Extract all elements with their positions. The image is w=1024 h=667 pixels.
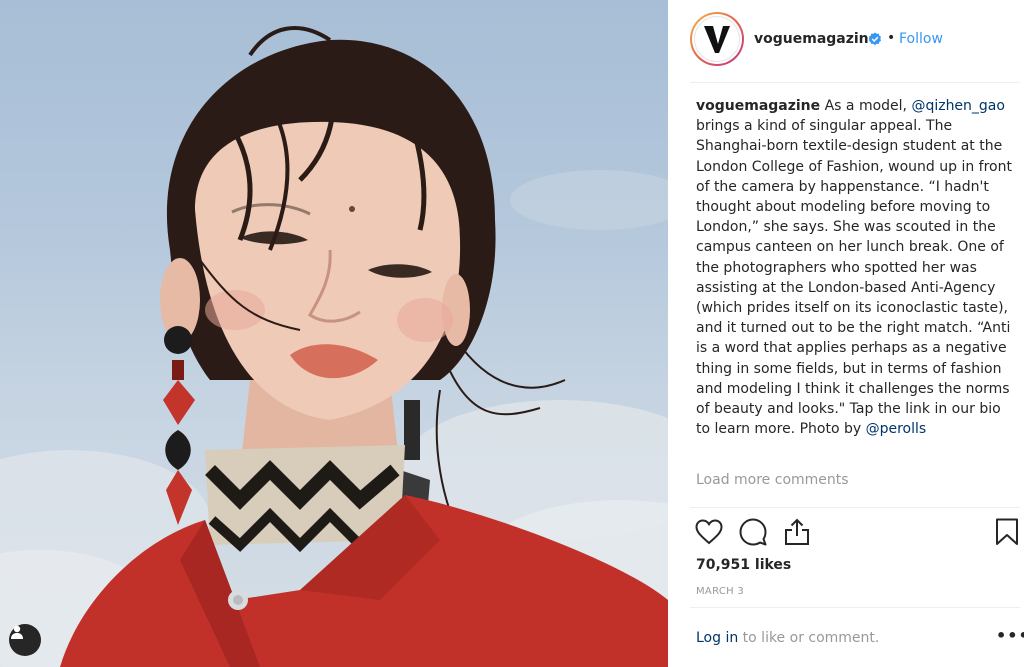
login-prompt-text: to like or comment. <box>738 630 880 646</box>
tagged-users-button[interactable] <box>9 624 41 656</box>
follow-button[interactable]: Follow <box>899 31 943 47</box>
profile-avatar[interactable] <box>690 12 744 66</box>
divider <box>690 82 1020 83</box>
caption-text-part2: brings a kind of singular appeal. The Sh… <box>696 118 1012 438</box>
post-photo[interactable] <box>0 0 668 667</box>
divider <box>690 607 1020 608</box>
share-button[interactable] <box>782 516 812 548</box>
caption-username-link[interactable]: voguemagazine <box>696 98 820 114</box>
heart-icon <box>695 519 723 545</box>
load-more-comments-button[interactable]: Load more comments <box>696 472 849 488</box>
like-button[interactable] <box>694 516 724 548</box>
verified-badge-icon <box>869 32 881 46</box>
mention-link-qizhen-gao[interactable]: @qizhen_gao <box>911 98 1005 114</box>
user-icon <box>11 625 23 639</box>
save-button[interactable] <box>992 516 1022 548</box>
separator-dot: • <box>887 30 896 46</box>
mention-link-perolls[interactable]: @perolls <box>866 421 927 437</box>
divider <box>690 507 1020 508</box>
action-bar <box>694 516 1024 548</box>
post-date[interactable]: MARCH 3 <box>696 586 744 597</box>
comment-icon <box>739 518 767 546</box>
portrait-illustration <box>0 26 668 667</box>
more-options-button[interactable]: ••• <box>996 626 1024 645</box>
login-prompt: Log in to like or comment. <box>696 630 879 646</box>
post-caption: voguemagazine As a model, @qizhen_gao br… <box>696 96 1014 439</box>
caption-text-part1: As a model, <box>820 98 912 114</box>
post-header: voguemagazine • Follow <box>668 0 1024 82</box>
vogue-logo-icon <box>704 26 730 53</box>
likes-count[interactable]: 70,951 likes <box>696 557 791 573</box>
bookmark-icon <box>996 518 1018 545</box>
username-link[interactable]: voguemagazine <box>754 31 878 47</box>
post-details-panel: voguemagazine • Follow voguemagazine As … <box>668 0 1024 667</box>
comment-button[interactable] <box>738 516 768 548</box>
share-icon <box>785 518 809 545</box>
login-link[interactable]: Log in <box>696 630 738 646</box>
